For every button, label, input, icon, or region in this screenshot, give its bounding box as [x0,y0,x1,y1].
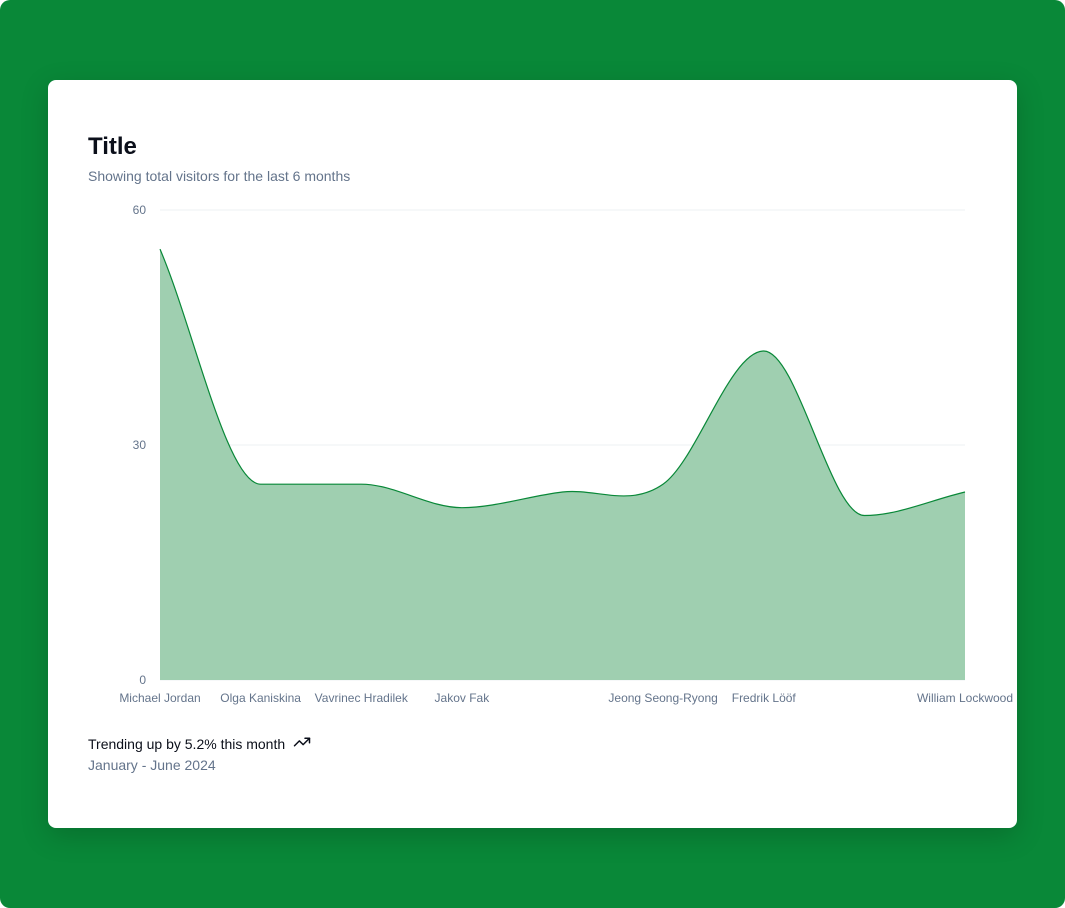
y-tick-label: 30 [133,438,147,452]
x-tick-label: Olga Kaniskina [220,691,301,705]
area-line [159,248,966,517]
area-series [159,248,966,680]
area-chart: 0 30 60 Michael Jordan Olga Kaniskina Vavrin… [119,203,1013,705]
y-tick-label: 0 [139,673,146,687]
y-axis-ticks: 0 30 60 [133,203,147,687]
x-axis-ticks: Michael Jordan Olga Kaniskina Vavrinec Hra… [119,691,1013,705]
trending-up-icon [293,733,311,754]
area-fill [160,249,965,680]
x-tick-label: Michael Jordan [119,691,200,705]
x-tick-label: Fredrik Lööf [732,691,797,705]
x-tick-label: Vavrinec Hradilek [315,691,409,705]
page-background: Title Showing total visitors for the las… [0,0,1065,908]
x-tick-label: Jakov Fak [435,691,491,705]
trend-summary: Trending up by 5.2% this month [88,733,311,754]
y-tick-label: 60 [133,203,147,217]
chart-card: Title Showing total visitors for the las… [48,80,1017,828]
trend-text: Trending up by 5.2% this month [88,735,286,752]
x-tick-label: Jeong Seong-Ryong [608,691,717,705]
x-tick-label: William Lockwood [917,691,1013,705]
date-range: January - June 2024 [88,757,216,773]
